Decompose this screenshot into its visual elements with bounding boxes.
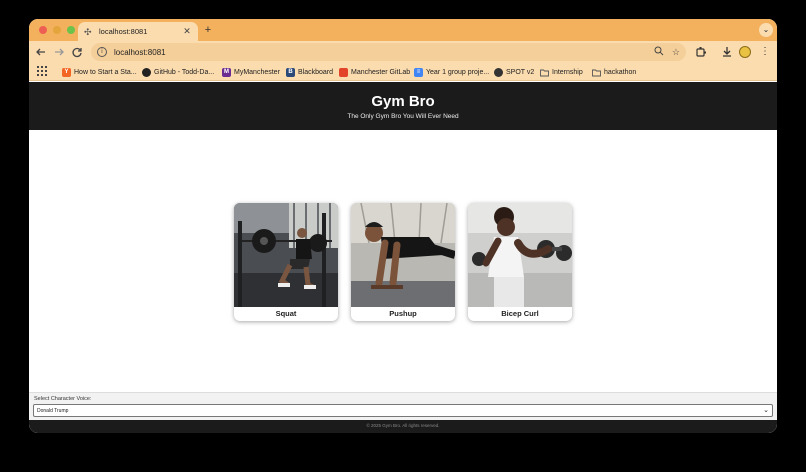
github-icon	[142, 67, 151, 77]
exercise-card-bicep-curl[interactable]: Bicep Curl	[468, 203, 572, 321]
voice-selector-area: Select Character Voice: Donald Trump ⌄	[29, 392, 777, 420]
forward-arrow-icon	[55, 48, 64, 56]
site-subtitle: The Only Gym Bro You Will Ever Need	[347, 113, 459, 120]
bookmark-item[interactable]: Manchester GitLab	[339, 66, 410, 78]
reload-button[interactable]	[69, 44, 85, 60]
site-header: Gym Bro The Only Gym Bro You Will Ever N…	[29, 82, 777, 130]
bookmark-item[interactable]: B Blackboard	[286, 66, 333, 78]
footer-copyright: © 2025 Gym Bro. All rights reserved.	[366, 423, 440, 428]
selected-voice: Donald Trump	[37, 408, 69, 414]
address-bar[interactable]: i localhost:8081 ☆	[91, 43, 686, 61]
exercise-label: Squat	[275, 309, 297, 318]
exercise-card-squat[interactable]: Squat	[234, 203, 338, 321]
exercise-label: Pushup	[389, 309, 417, 318]
site-title: Gym Bro	[371, 93, 435, 110]
maximize-window-button[interactable]	[67, 26, 75, 34]
back-arrow-icon	[36, 48, 45, 56]
folder-icon	[540, 68, 549, 77]
browser-tab[interactable]: ✣ localhost:8081 ✕	[78, 22, 198, 41]
url-text: localhost:8081	[114, 47, 166, 57]
download-icon[interactable]	[719, 44, 735, 60]
site-info-icon[interactable]: i	[97, 47, 107, 57]
browser-toolbar: i localhost:8081 ☆ ⋮	[29, 41, 777, 63]
blackboard-icon: B	[286, 67, 295, 77]
browser-menu-icon[interactable]: ⋮	[757, 44, 773, 60]
bookmark-item[interactable]: GitHub - Todd-Da...	[142, 66, 214, 78]
site-footer: © 2025 Gym Bro. All rights reserved.	[29, 420, 777, 433]
tab-search-button[interactable]: ⌄	[759, 23, 773, 37]
bookmark-item[interactable]: ≡ Year 1 group proje...	[414, 66, 489, 78]
y-combinator-icon: Y	[62, 67, 71, 77]
browser-window: ✣ localhost:8081 ✕ + ⌄ i localhost:8081 …	[29, 19, 777, 433]
profile-avatar[interactable]	[739, 46, 751, 58]
close-window-button[interactable]	[39, 26, 47, 34]
bookmark-item[interactable]: SPOT v2	[494, 66, 534, 78]
chevron-down-icon: ⌄	[763, 407, 769, 414]
web-page: Gym Bro The Only Gym Bro You Will Ever N…	[29, 82, 777, 433]
docs-icon: ≡	[414, 67, 423, 77]
character-voice-select[interactable]: Donald Trump ⌄	[33, 404, 773, 417]
manchester-icon: M	[222, 67, 231, 77]
loading-icon: ✣	[84, 26, 92, 37]
bicep-curl-image	[468, 203, 572, 307]
bookmarks-bar: Y How to Start a Sta... GitHub - Todd-Da…	[29, 63, 777, 81]
bookmark-folder[interactable]: hackathon	[592, 66, 636, 78]
reload-icon	[72, 47, 82, 58]
bookmark-star-icon[interactable]: ☆	[672, 47, 680, 58]
pushup-image	[351, 203, 455, 307]
tab-strip: ✣ localhost:8081 ✕ + ⌄	[29, 19, 777, 41]
forward-button[interactable]	[51, 44, 67, 60]
gitlab-icon	[339, 67, 348, 77]
globe-icon	[494, 67, 503, 77]
folder-icon	[592, 68, 601, 77]
bookmark-folder[interactable]: Internship	[540, 66, 583, 78]
exercise-card-pushup[interactable]: Pushup	[351, 203, 455, 321]
apps-grid-icon[interactable]	[37, 66, 47, 79]
voice-select-label: Select Character Voice:	[34, 396, 92, 402]
bookmark-item[interactable]: Y How to Start a Sta...	[62, 66, 137, 78]
bookmark-item[interactable]: M MyManchester	[222, 66, 280, 78]
zoom-icon[interactable]	[654, 46, 664, 58]
extensions-icon[interactable]	[693, 44, 709, 60]
exercise-label: Bicep Curl	[501, 309, 539, 318]
minimize-window-button[interactable]	[53, 26, 61, 34]
squat-image	[234, 203, 338, 307]
close-tab-icon[interactable]: ✕	[182, 26, 192, 37]
back-button[interactable]	[33, 44, 49, 60]
tab-title: localhost:8081	[99, 27, 148, 36]
new-tab-button[interactable]: +	[202, 23, 214, 37]
